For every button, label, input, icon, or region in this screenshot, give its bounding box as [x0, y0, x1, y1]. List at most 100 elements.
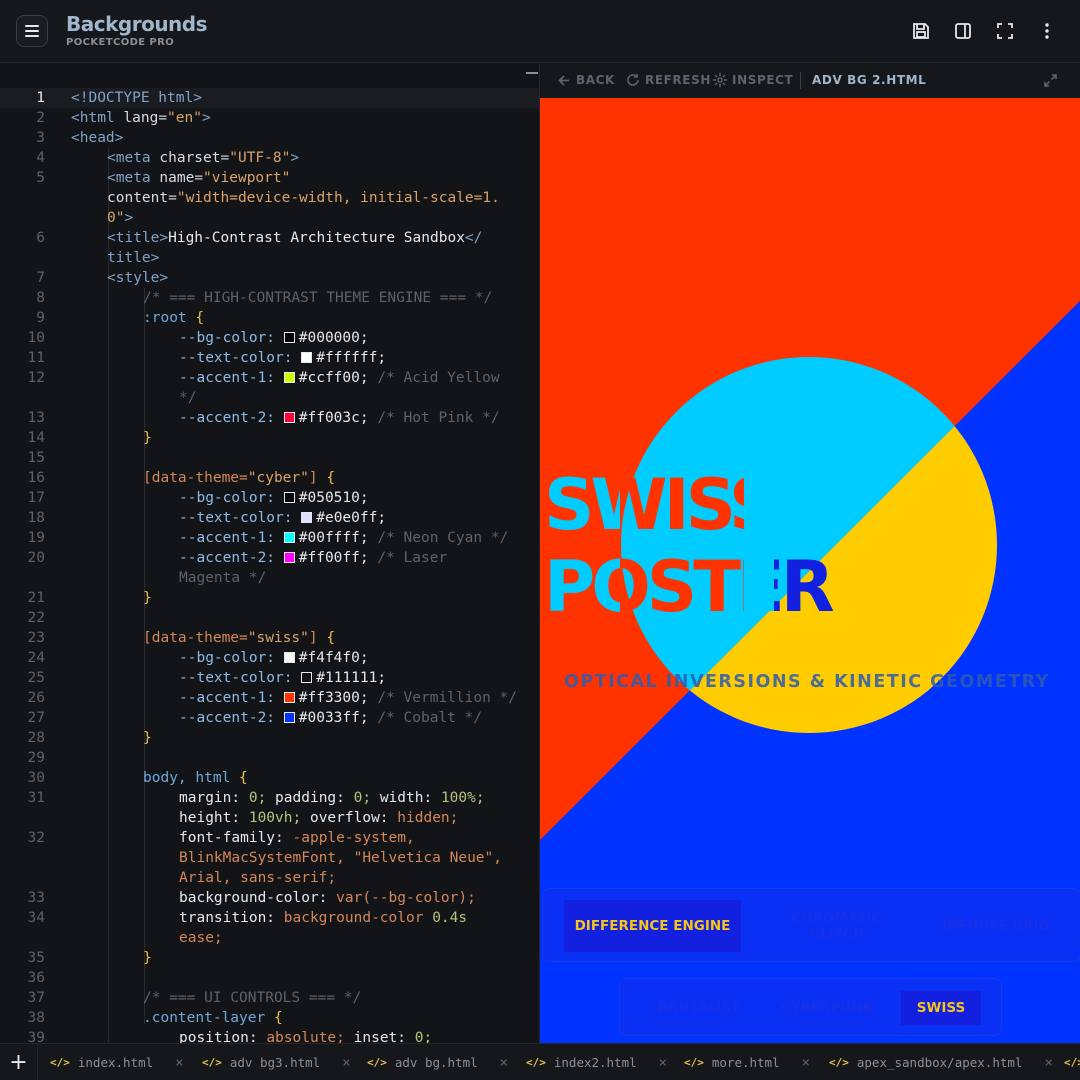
color-swatch-icon[interactable] [301, 512, 313, 523]
code-line[interactable]: title> [0, 248, 539, 268]
code-line[interactable]: 1 <!DOCTYPE html> [0, 88, 539, 108]
code-line[interactable]: 13 --accent-2: #ff003c; /* Hot Pink */ [0, 408, 539, 428]
color-swatch-icon[interactable] [283, 692, 295, 703]
save-button[interactable] [909, 19, 933, 43]
code-line[interactable]: 20 --accent-2: #ff00ff; /* Laser [0, 548, 539, 568]
code-line[interactable]: 16 [data-theme="cyber"] { [0, 468, 539, 488]
code-line[interactable]: 23 [data-theme="swiss"] { [0, 628, 539, 648]
close-icon[interactable]: × [802, 1055, 810, 1071]
new-tab-button[interactable]: + [0, 1044, 38, 1080]
color-swatch-icon[interactable] [283, 332, 295, 343]
code-line[interactable]: 31 margin: 0; padding: 0; width: 100%; [0, 788, 539, 808]
code-line[interactable]: height: 100vh; overflow: hidden; [0, 808, 539, 828]
code-line[interactable]: 5 <meta name="viewport" [0, 168, 539, 188]
file-tab[interactable]: </> adv bg.html × [367, 1044, 508, 1080]
code-line[interactable]: 24 --bg-color: #f4f4f0; [0, 648, 539, 668]
file-tab[interactable]: </> index2.html × [526, 1044, 667, 1080]
mode-difference-engine-button[interactable]: DIFFERENCE ENGINE [564, 900, 741, 952]
color-swatch-icon[interactable] [283, 372, 295, 383]
code-line[interactable]: 4 <meta charset="UTF-8"> [0, 148, 539, 168]
theme-brutalist-button[interactable]: BRUTALIST [640, 991, 758, 1025]
line-number: 7 [36, 270, 45, 286]
code-line[interactable]: 10 --bg-color: #000000; [0, 328, 539, 348]
code-line[interactable]: 14} [0, 428, 539, 448]
code-line[interactable]: */ [0, 388, 539, 408]
code-line[interactable]: 15 [0, 448, 539, 468]
split-view-button[interactable] [951, 19, 975, 43]
code-line[interactable]: BlinkMacSystemFont, "Helvetica Neue", [0, 848, 539, 868]
close-icon[interactable]: × [500, 1055, 508, 1071]
code-line[interactable]: 2 <html lang="en"> [0, 108, 539, 128]
file-tab-overflow[interactable]: </> [1064, 1044, 1080, 1080]
code-line[interactable]: 7 <style> [0, 268, 539, 288]
color-swatch-icon[interactable] [301, 672, 313, 683]
file-tab[interactable]: </> apex_sandbox/apex.html × [829, 1044, 1053, 1080]
code-editor[interactable]: 1 <!DOCTYPE html> 2 <html lang="en"> 3 <head>… [0, 64, 539, 1043]
theme-swiss-button[interactable]: SWISS [901, 991, 981, 1025]
close-icon[interactable]: × [175, 1055, 183, 1071]
code-line[interactable]: 37 /* === UI CONTROLS === */ [0, 988, 539, 1008]
code-line[interactable]: 6 <title>High-Contrast Architecture Sandb… [0, 228, 539, 248]
editor-scroll-indicator[interactable] [526, 72, 538, 74]
theme-cyberpunk-button[interactable]: CYBERPUNK [768, 991, 886, 1025]
mode-chromatic-glitch-button[interactable]: CHROMATIC GLITCH [769, 900, 904, 952]
code-line[interactable]: 28} [0, 728, 539, 748]
code-line[interactable]: ease; [0, 928, 539, 948]
code-line[interactable]: content="width=device-width, initial-sca… [0, 188, 539, 208]
code-line[interactable]: 32 font-family: -apple-system, [0, 828, 539, 848]
color-swatch-icon[interactable] [283, 552, 295, 563]
code-text: :root { [143, 310, 205, 326]
file-tab[interactable]: </> index.html × [50, 1044, 184, 1080]
code-line[interactable]: 25 --text-color: #111111; [0, 668, 539, 688]
code-line[interactable]: 39 position: absolute; inset: 0; [0, 1028, 539, 1043]
menu-button[interactable] [16, 15, 48, 47]
code-line[interactable]: 36 [0, 968, 539, 988]
refresh-button[interactable]: REFRESH [626, 73, 711, 87]
color-swatch-icon[interactable] [301, 352, 313, 363]
expand-button[interactable] [1043, 73, 1058, 91]
code-line[interactable]: 12 --accent-1: #ccff00; /* Acid Yellow [0, 368, 539, 388]
code-line[interactable]: 17 --bg-color: #050510; [0, 488, 539, 508]
file-tab[interactable]: </> adv bg3.html × [202, 1044, 351, 1080]
code-line[interactable]: Magenta */ [0, 568, 539, 588]
code-line[interactable]: Arial, sans-serif; [0, 868, 539, 888]
close-icon[interactable]: × [342, 1055, 350, 1071]
color-swatch-icon[interactable] [283, 532, 295, 543]
code-line[interactable]: 3 <head> [0, 128, 539, 148]
code-line[interactable]: 27 --accent-2: #0033ff; /* Cobalt */ [0, 708, 539, 728]
inspect-button[interactable]: INSPECT [713, 73, 793, 87]
color-swatch-icon[interactable] [283, 652, 295, 663]
more-button[interactable] [1035, 19, 1059, 43]
code-line[interactable]: 34 transition: background-color 0.4s [0, 908, 539, 928]
code-line[interactable]: 26 --accent-1: #ff3300; /* Vermillion */ [0, 688, 539, 708]
line-number: 32 [27, 830, 45, 846]
file-tab[interactable]: </> more.html × [684, 1044, 810, 1080]
code-text: --accent-2: #0033ff; /* Cobalt */ [179, 710, 483, 726]
code-line[interactable]: 8 /* === HIGH-CONTRAST THEME ENGINE === *… [0, 288, 539, 308]
code-text: .content-layer { [143, 1010, 283, 1026]
code-line[interactable]: 9:root { [0, 308, 539, 328]
color-swatch-icon[interactable] [283, 712, 295, 723]
code-line[interactable]: 30 body, html { [0, 768, 539, 788]
code-line[interactable]: 29 [0, 748, 539, 768]
close-icon[interactable]: × [659, 1055, 667, 1071]
expand-icon [1044, 74, 1057, 87]
code-line[interactable]: 0"> [0, 208, 539, 228]
code-line[interactable]: 33 background-color: var(--bg-color); [0, 888, 539, 908]
color-swatch-icon[interactable] [283, 492, 295, 503]
tab-label: adv bg3.html [229, 1055, 321, 1070]
close-icon[interactable]: × [1044, 1055, 1052, 1071]
code-line[interactable]: 18 --text-color: #e0e0ff; [0, 508, 539, 528]
color-swatch-icon[interactable] [283, 412, 295, 423]
code-line[interactable]: 11 --text-color: #ffffff; [0, 348, 539, 368]
back-button[interactable]: BACK [558, 73, 615, 87]
fullscreen-button[interactable] [993, 19, 1017, 43]
mode-infinite-grid-button[interactable]: INFINITE GRID [941, 900, 1051, 952]
code-line[interactable]: 22 [0, 608, 539, 628]
preview-toolbar: BACK REFRESH INSPECT ADV BG 2.HTML [540, 64, 1080, 98]
code-line[interactable]: 38 .content-layer { [0, 1008, 539, 1028]
code-line[interactable]: 35} [0, 948, 539, 968]
code-line[interactable]: 21} [0, 588, 539, 608]
code-line[interactable]: 19 --accent-1: #00ffff; /* Neon Cyan */ [0, 528, 539, 548]
code-text: <style> [107, 270, 169, 286]
